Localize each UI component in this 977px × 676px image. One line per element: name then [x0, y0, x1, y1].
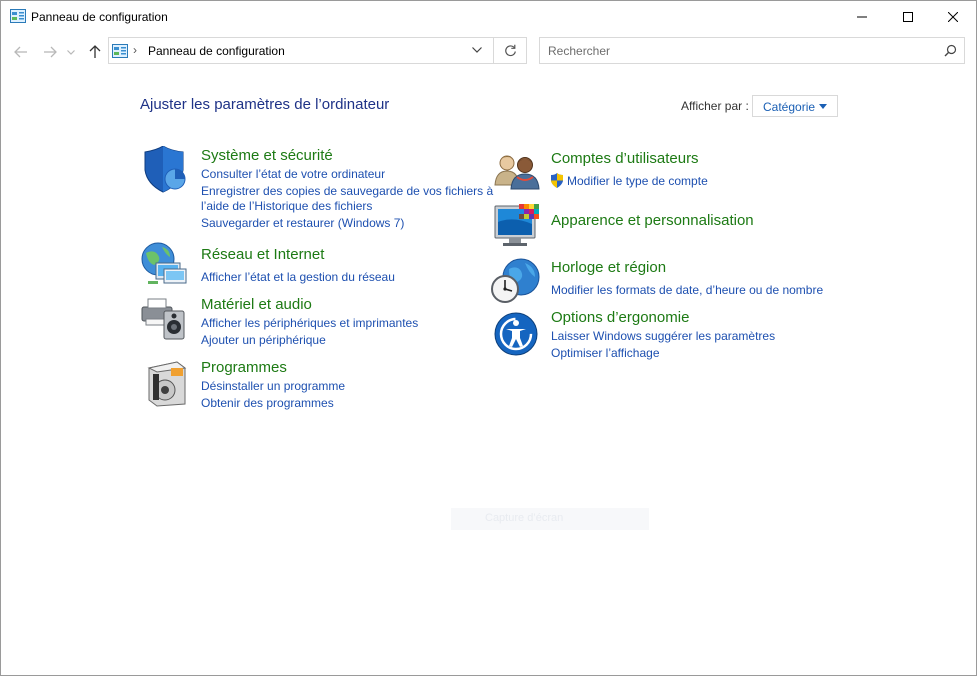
link-get-programs[interactable]: Obtenir des programmes — [201, 396, 334, 410]
forward-arrow-icon — [44, 46, 57, 58]
minimize-icon — [857, 16, 867, 17]
ease-of-access-icon[interactable] — [493, 311, 539, 357]
category-title-network-internet[interactable]: Réseau et Internet — [201, 246, 324, 263]
up-button[interactable] — [85, 42, 105, 62]
category-title-appearance[interactable]: Apparence et personnalisation — [551, 212, 754, 229]
clock-globe-icon[interactable] — [491, 257, 541, 305]
link-uninstall-program[interactable]: Désinstaller un programme — [201, 379, 345, 393]
close-icon — [948, 11, 958, 22]
category-title-ease-of-access[interactable]: Options d’ergonomie — [551, 309, 689, 326]
maximize-button[interactable] — [885, 1, 931, 32]
view-by-label: Afficher par : — [681, 99, 749, 113]
breadcrumb-item[interactable]: Panneau de configuration — [148, 44, 285, 58]
window-title: Panneau de configuration — [31, 10, 168, 24]
link-network-status[interactable]: Afficher l’état et la gestion du réseau — [201, 270, 395, 284]
network-globe-icon[interactable] — [140, 241, 188, 289]
appearance-monitor-icon[interactable] — [493, 202, 541, 250]
link-devices-printers[interactable]: Afficher les périphériques et imprimante… — [201, 316, 418, 330]
title-bar: Panneau de configuration — [1, 1, 976, 32]
control-panel-icon — [10, 9, 26, 23]
search-icon[interactable] — [944, 44, 957, 57]
category-title-clock-region[interactable]: Horloge et région — [551, 259, 666, 276]
control-panel-window: Panneau de configuration › Panneau de co… — [0, 0, 977, 676]
chevron-down-icon — [67, 49, 75, 55]
page-title: Ajuster les paramètres de l’ordinateur — [140, 96, 390, 113]
category-title-hardware-sound[interactable]: Matériel et audio — [201, 296, 312, 313]
search-input[interactable] — [540, 38, 930, 63]
users-icon[interactable] — [493, 151, 541, 191]
navigation-bar: › Panneau de configuration — [1, 34, 976, 70]
address-bar[interactable]: › Panneau de configuration — [108, 37, 494, 64]
maximize-icon — [903, 11, 913, 22]
screenshot-overlay-text: Capture d’écran — [485, 512, 564, 524]
screenshot-overlay: Capture d’écran — [451, 508, 649, 530]
up-arrow-icon — [89, 45, 101, 58]
forward-button[interactable] — [40, 42, 60, 62]
shield-icon[interactable] — [141, 146, 189, 194]
programs-icon[interactable] — [147, 360, 187, 408]
link-change-date-formats[interactable]: Modifier les formats de date, d’heure ou… — [551, 283, 823, 297]
recent-locations-button[interactable] — [64, 42, 78, 62]
breadcrumb-separator-icon: › — [133, 43, 137, 57]
search-box[interactable] — [539, 37, 965, 64]
link-change-account-type[interactable]: Modifier le type de compte — [567, 174, 708, 188]
printer-speaker-icon[interactable] — [140, 293, 188, 341]
back-button[interactable] — [11, 42, 31, 62]
category-title-system-security[interactable]: Système et sécurité — [201, 147, 333, 164]
link-check-computer-status[interactable]: Consulter l’état de votre ordinateur — [201, 167, 385, 181]
color-swatches — [519, 204, 539, 219]
refresh-button[interactable] — [494, 37, 527, 64]
uac-shield-icon — [551, 173, 563, 188]
category-title-programs[interactable]: Programmes — [201, 359, 287, 376]
control-panel-icon — [112, 44, 128, 58]
back-arrow-icon — [14, 46, 27, 58]
refresh-icon — [504, 44, 516, 57]
link-windows-suggest-settings[interactable]: Laisser Windows suggérer les paramètres — [551, 329, 775, 343]
link-optimize-display[interactable]: Optimiser l’affichage — [551, 346, 660, 360]
link-file-history-backup[interactable]: Enregistrer des copies de sauvegarde de … — [201, 184, 493, 198]
link-add-device[interactable]: Ajouter un périphérique — [201, 333, 326, 347]
close-button[interactable] — [930, 1, 976, 32]
link-backup-restore[interactable]: Sauvegarder et restaurer (Windows 7) — [201, 216, 404, 230]
link-file-history-backup-cont[interactable]: l’aide de l’Historique des fichiers — [201, 199, 372, 213]
view-by-value: Catégorie — [763, 100, 816, 114]
view-by-dropdown[interactable]: Catégorie — [752, 95, 838, 117]
chevron-down-icon[interactable] — [472, 47, 482, 53]
category-title-user-accounts[interactable]: Comptes d’utilisateurs — [551, 150, 699, 167]
minimize-button[interactable] — [839, 1, 885, 32]
caret-down-icon — [819, 104, 827, 109]
